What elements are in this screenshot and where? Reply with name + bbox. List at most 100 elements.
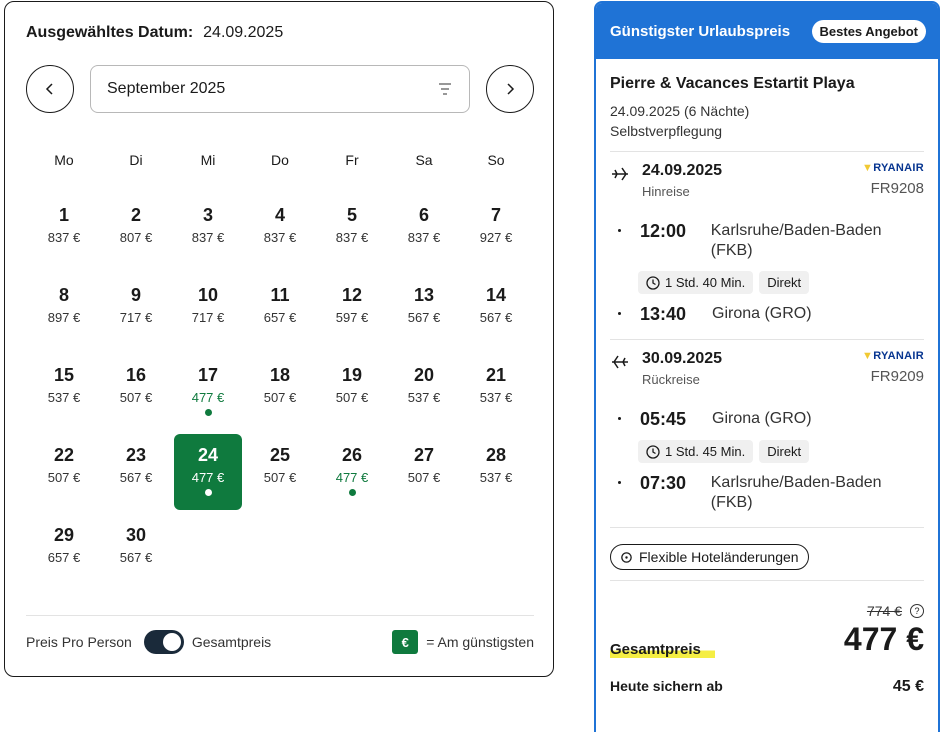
day-number: 12 [341,285,363,305]
day-number: 4 [274,205,285,225]
board-type: Selbstverpflegung [610,123,723,139]
day-number: 25 [269,445,291,465]
calendar-day[interactable]: 27 507 € [388,432,460,512]
calendar-day-selected[interactable]: 24 477 € [174,434,242,510]
weekday: Mi [200,152,216,168]
calendar-day[interactable]: 9 717 € [100,272,172,352]
day-number: 11 [270,285,290,305]
day-price: 477 € [335,470,369,485]
clock-icon [646,275,660,290]
calendar-day[interactable]: 22 507 € [28,432,100,512]
weekday: Fr [345,152,359,168]
calendar-day[interactable]: 7 927 € [460,192,532,272]
next-month-button[interactable] [486,65,534,113]
calendar-day[interactable]: 18 507 € [244,352,316,432]
outbound-date: 24.09.2025 [642,162,723,179]
hotel-name[interactable]: Pierre & Vacances Estartit Playa [610,75,924,93]
outbound-flight-header: 24.09.2025 Hinreise ▼RYANAIR FR9208 [610,162,924,199]
bullet [618,229,621,232]
inbound-arr-place: Karlsruhe/Baden-Baden (FKB) [710,474,882,511]
outbound-dep-place: Karlsruhe/Baden-Baden (FKB) [710,222,882,259]
day-number: 3 [202,205,213,225]
calendar-day[interactable]: 16 507 € [100,352,172,432]
info-icon[interactable]: ? [910,604,924,618]
day-number: 5 [346,205,357,225]
duration-chip: 1 Std. 45 Min. [638,440,754,463]
refresh-icon [621,551,632,563]
calendar-day[interactable]: 8 897 € [28,272,100,352]
deposit-label: Heute sichern ab [610,678,723,694]
month-label: September 2025 [107,80,226,97]
total-price-row: Gesamtpreis 477 € [610,621,924,658]
calendar-day[interactable]: 29 657 € [28,512,100,592]
price-mode-toggle[interactable] [143,630,184,654]
day-number: 29 [53,525,75,545]
calendar-day[interactable]: 5 837 € [316,192,388,272]
day-number: 27 [413,445,435,465]
old-price: 774 € [866,603,902,619]
day-price: 927 € [479,230,513,245]
calendar-day[interactable]: 20 537 € [388,352,460,432]
divider [610,339,924,340]
day-grid: 1 837 €2 807 €3 837 €4 837 €5 837 €6 837 € 7 927… [28,192,532,592]
day-price: 807 € [119,230,153,245]
filter-icon [439,83,451,95]
toggle-knob [162,633,181,651]
calendar-day[interactable]: 23 567 € [100,432,172,512]
calendar-day[interactable]: 25 507 € [244,432,316,512]
selected-date-label: Ausgewähltes Datum: [26,24,194,41]
day-number: 26 [341,445,363,465]
total-price-label: Gesamtpreis [610,641,715,658]
prev-month-button[interactable] [26,65,74,113]
deposit-row: Heute sichern ab 45 € [610,678,924,696]
day-number: 17 [197,365,219,385]
day-price: 477 € [191,390,225,405]
calendar-day[interactable]: 14 567 € [460,272,532,352]
per-person-label: Preis Pro Person [26,634,132,650]
calendar-day[interactable]: 21 537 € [460,352,532,432]
month-select[interactable]: September 2025 [90,65,470,113]
inbound-departure: 05:45 Girona (GRO) [610,409,924,430]
calendar-day[interactable]: 2 807 € [100,192,172,272]
calendar-day[interactable]: 10 717 € [172,272,244,352]
day-price: 567 € [407,310,441,325]
cheapest-legend: € = Am günstigsten [392,630,534,654]
day-number: 6 [418,205,429,225]
inbound-arrival: 07:30 Karlsruhe/Baden-Baden (FKB) [610,473,924,513]
calendar-day[interactable]: 30 567 € [100,512,172,592]
total-price-value: 477 € [843,621,924,657]
calendar-day[interactable]: 4 837 € [244,192,316,272]
calendar-day[interactable]: 11 657 € [244,272,316,352]
calendar-day[interactable]: 15 537 € [28,352,100,432]
outbound-flight-number: FR9208 [870,180,924,197]
flexible-hotel-changes-button[interactable]: Flexible Hoteländerungen [610,544,809,570]
day-price: 537 € [407,390,441,405]
calendar-day[interactable]: 13 567 € [388,272,460,352]
plane-arrival-icon [612,355,628,369]
day-price: 897 € [47,310,81,325]
offer-header-title: Günstigster Urlaubspreis [610,22,791,40]
plane-departure-icon [612,167,628,181]
calendar-day[interactable]: 19 507 € [316,352,388,432]
day-number: 7 [490,205,501,225]
day-number: 23 [125,445,147,465]
calendar-day[interactable]: 6 837 € [388,192,460,272]
selected-date: Ausgewähltes Datum: 24.09.2025 [26,24,283,42]
weekday: So [487,152,505,168]
inbound-dep-place: Girona (GRO) [712,410,812,427]
day-price: 717 € [119,310,153,325]
offer-card: Günstigster Urlaubspreis Bestes Angebot … [594,1,940,732]
calendar-day[interactable]: 28 537 € [460,432,532,512]
calendar-day[interactable]: 26 477 € [316,432,388,512]
calendar-day[interactable]: 17 477 € [172,352,244,432]
day-price: 507 € [335,390,369,405]
outbound-dep-time: 12:00 [640,221,687,241]
divider [26,615,534,616]
duration-chip: 1 Std. 40 Min. [638,271,754,294]
calendar-day[interactable]: 1 837 € [28,192,100,272]
day-number: 30 [125,525,147,545]
day-price: 507 € [47,470,81,485]
calendar-day[interactable]: 3 837 € [172,192,244,272]
airline-name: RYANAIR [873,162,924,174]
calendar-day[interactable]: 12 597 € [316,272,388,352]
